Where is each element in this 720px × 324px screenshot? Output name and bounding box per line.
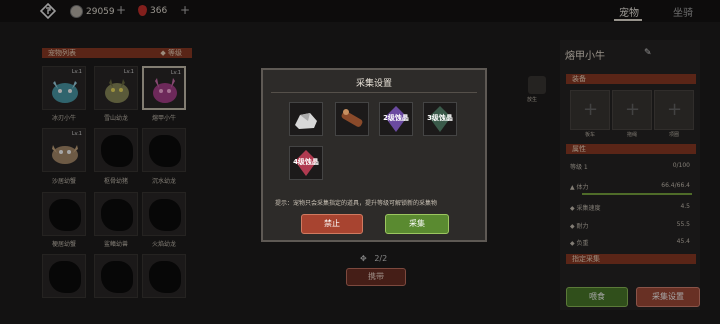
divider: [271, 92, 477, 93]
collect-item-crystal-4[interactable]: 4级蚀晶: [289, 146, 323, 180]
stone-icon: [295, 113, 317, 129]
collect-item-crystal-2[interactable]: 2级蚀晶: [379, 102, 413, 136]
collect-settings-dialog: 采集设置 2级蚀晶 3级蚀晶 4级蚀晶 提示：宠物只会采集指定的道具，提升等级可…: [261, 68, 487, 242]
item-label: 2级蚀晶: [383, 114, 409, 122]
dialog-title: 采集设置: [355, 79, 392, 89]
collect-item-stone[interactable]: [289, 102, 323, 136]
item-label: 3级蚀晶: [427, 114, 453, 122]
collect-item-wood[interactable]: [335, 102, 369, 136]
collect-tip: 提示：宠物只会采集指定的道具，提升等级可解锁新的采集物: [275, 200, 438, 207]
item-label: 4级蚀晶: [293, 158, 319, 166]
wood-log-icon: [341, 109, 363, 127]
collect-button[interactable]: 采集: [385, 214, 449, 234]
forbid-button[interactable]: 禁止: [301, 214, 363, 234]
collect-item-crystal-3[interactable]: 3级蚀晶: [423, 102, 457, 136]
